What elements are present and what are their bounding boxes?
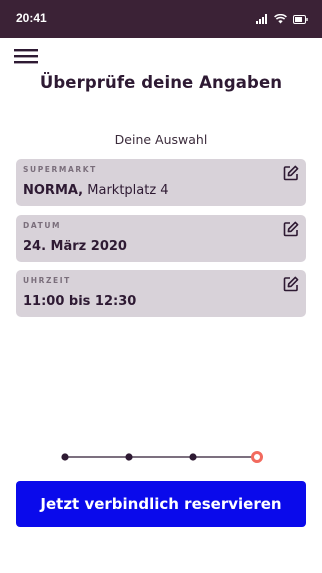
step-dot [61, 453, 69, 461]
signal-icon [256, 14, 268, 24]
step-dot [125, 453, 133, 461]
step-dot [189, 453, 197, 461]
status-icons [256, 12, 308, 26]
status-time: 20:41 [16, 11, 47, 25]
status-bar: 20:41 [0, 0, 322, 38]
time-card: UHRZEIT 11:00 bis 12:30 [16, 270, 306, 317]
supermarket-address: Marktplatz 4 [83, 183, 169, 198]
card-label: SUPERMARKT [23, 165, 97, 174]
supermarket-name: NORMA, [23, 183, 84, 198]
edit-icon[interactable] [283, 221, 299, 237]
page-title: Überprüfe deine Angaben [39, 73, 283, 92]
wifi-icon [274, 14, 287, 24]
card-label: UHRZEIT [23, 276, 71, 285]
edit-icon[interactable] [283, 276, 299, 292]
supermarket-card: SUPERMARKT NORMA, Marktplatz 4 [16, 159, 306, 206]
hamburger-menu-icon[interactable] [14, 48, 40, 68]
supermarket-value: NORMA, Marktplatz 4 [23, 183, 169, 198]
battery-icon [293, 14, 308, 24]
edit-icon[interactable] [283, 165, 299, 181]
step-dot-active [251, 451, 263, 463]
date-card: DATUM 24. März 2020 [16, 215, 306, 262]
reserve-button[interactable]: Jetzt verbindlich reservieren [16, 481, 306, 527]
date-value: 24. März 2020 [23, 239, 127, 254]
section-heading: Deine Auswahl [114, 132, 208, 147]
time-value: 11:00 bis 12:30 [23, 294, 137, 309]
card-label: DATUM [23, 221, 62, 230]
progress-stepper [58, 449, 268, 465]
